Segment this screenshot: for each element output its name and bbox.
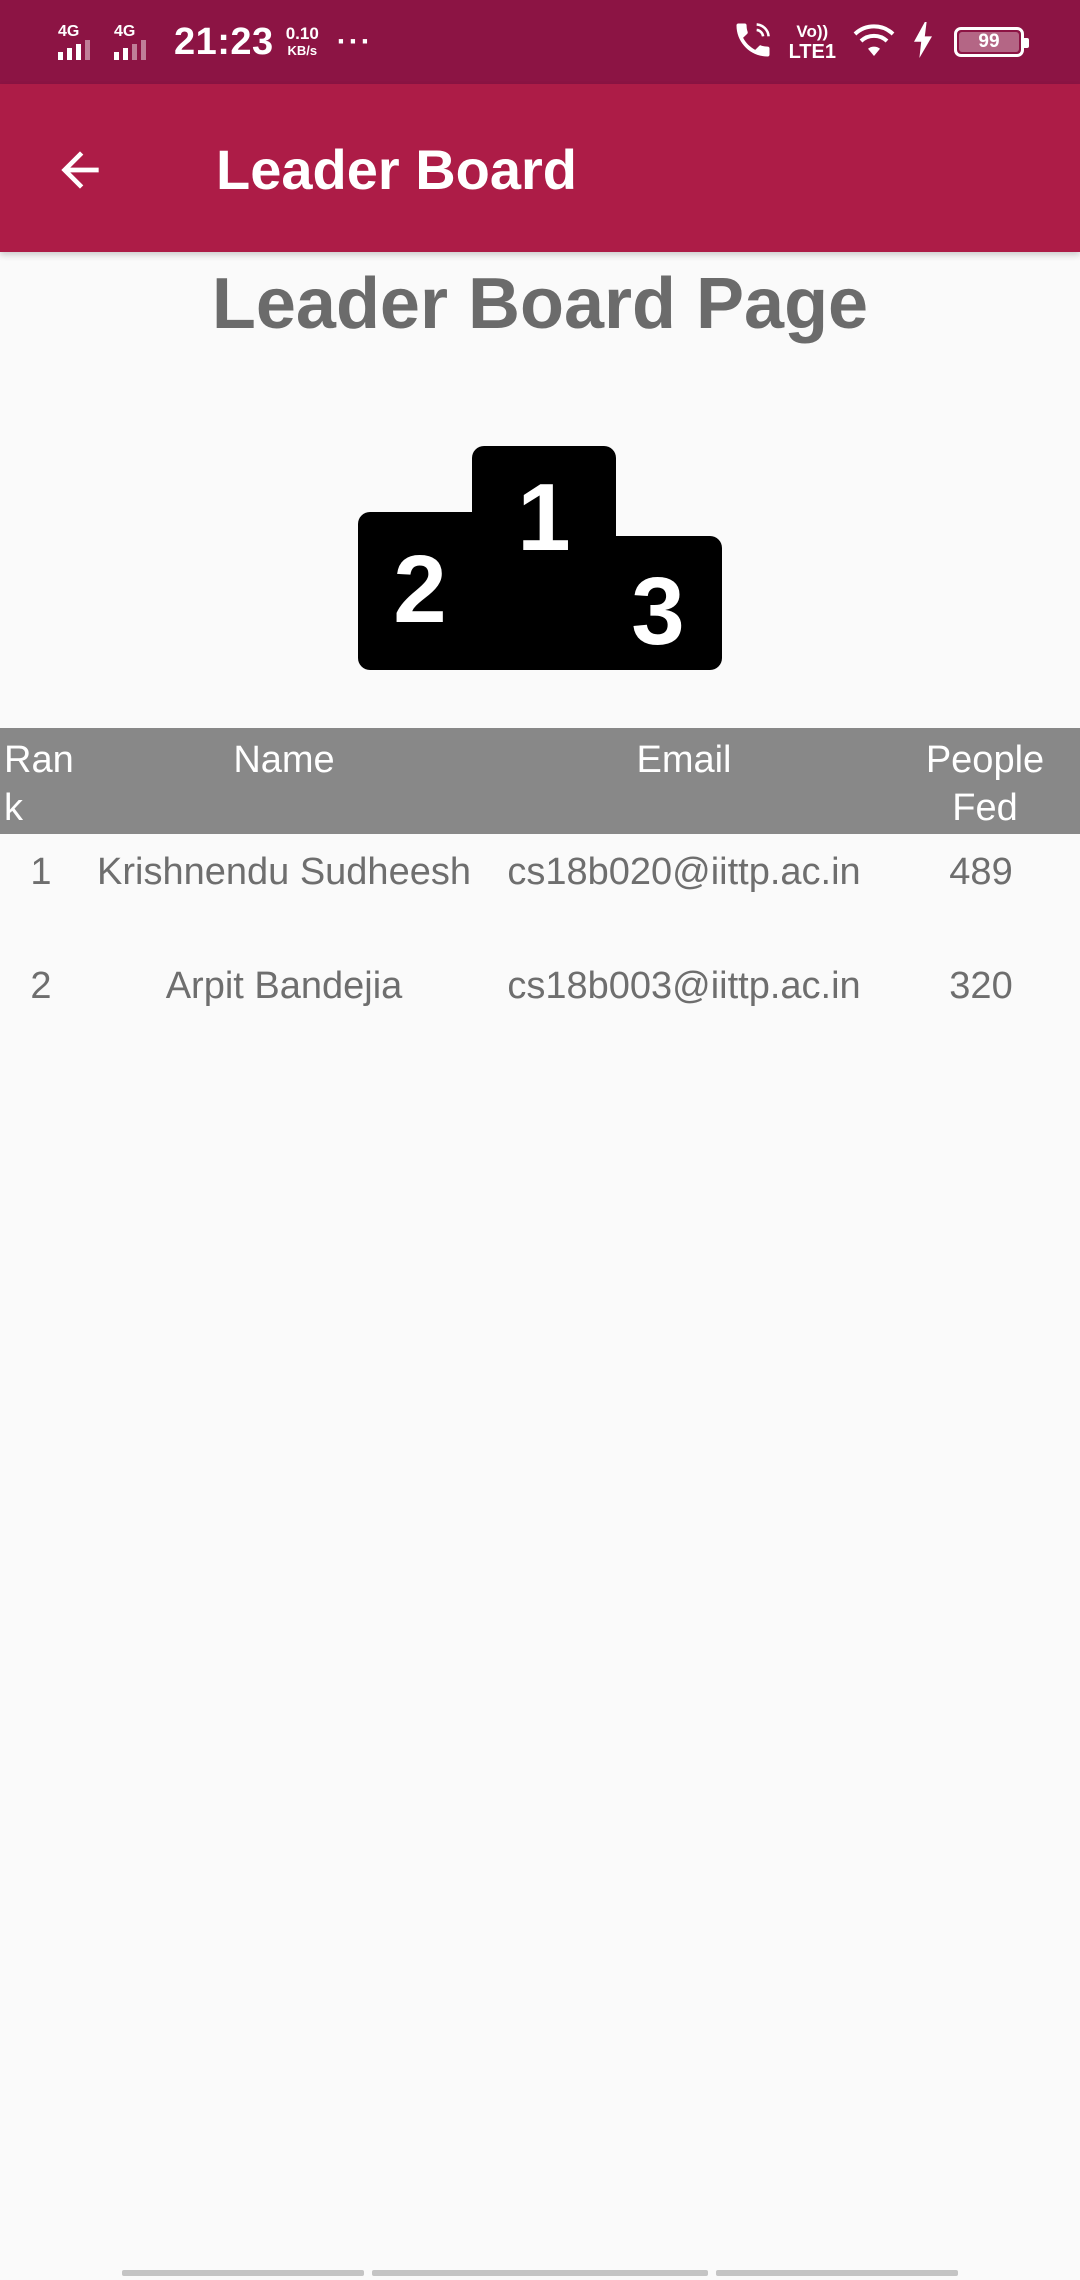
podium-place-3: 3	[631, 558, 684, 665]
network-type-1: 4G	[58, 23, 80, 40]
speed-value: 0.10	[285, 24, 319, 43]
cell-rank: 1	[30, 851, 52, 893]
volte-bottom: LTE1	[788, 41, 836, 63]
clock: 21:23	[174, 20, 274, 63]
status-right: Vo)) LTE1 99	[731, 14, 1029, 70]
header-rank: Rank	[4, 739, 74, 829]
podium-icon: 1 2 3	[358, 446, 722, 670]
charging-icon	[912, 21, 934, 63]
signal-icon: 4G	[56, 20, 104, 64]
app-bar-title: Leader Board	[216, 138, 577, 201]
leaderboard-table: Rank Name Email People Fed 1 Krishnendu …	[0, 728, 1080, 1064]
cell-name: Arpit Bandejia	[165, 965, 403, 1007]
podium-place-1: 1	[517, 464, 570, 571]
wifi-calling-icon	[731, 18, 775, 67]
back-button[interactable]	[44, 134, 116, 206]
cell-email: cs18b020@iittp.ac.in	[507, 851, 861, 893]
battery-level: 99	[978, 31, 1000, 52]
header-people-fed: People Fed	[925, 739, 1045, 829]
page-title: Leader Board Page	[211, 264, 869, 344]
volte-top: Vo))	[796, 22, 829, 41]
battery-icon: 99	[954, 27, 1029, 57]
network-speed: 0.10 KB/s	[286, 25, 319, 59]
more-notifications-icon: ···	[336, 25, 373, 58]
signal-icon-2: 4G	[112, 20, 160, 64]
cell-email: cs18b003@iittp.ac.in	[507, 965, 861, 1007]
table-header-row: Rank Name Email People Fed	[0, 728, 1080, 834]
cell-rank: 2	[30, 965, 52, 1007]
gesture-nav-hint	[0, 2270, 1080, 2280]
table-row: 1 Krishnendu Sudheesh cs18b020@iittp.ac.…	[0, 834, 1080, 948]
table-row: 2 Arpit Bandejia cs18b003@iittp.ac.in 32…	[0, 948, 1080, 1064]
wifi-icon	[850, 20, 898, 65]
podium-place-2: 2	[393, 536, 446, 643]
cell-people-fed: 320	[949, 965, 1013, 1007]
app-bar: Leader Board	[0, 84, 1080, 252]
status-left: 4G 4G 21:23 0.10 KB/s ···	[56, 14, 373, 70]
network-type-2: 4G	[114, 23, 136, 40]
header-email: Email	[636, 739, 732, 781]
header-name: Name	[233, 739, 335, 781]
arrow-back-icon	[61, 151, 99, 189]
cell-name: Krishnendu Sudheesh	[97, 851, 471, 893]
speed-unit: KB/s	[287, 43, 318, 58]
status-bar: 4G 4G 21:23 0.10 KB/s ··· Vo)) LTE1 99	[0, 0, 1080, 84]
cell-people-fed: 489	[949, 851, 1013, 893]
volte-indicator: Vo)) LTE1	[789, 22, 836, 62]
